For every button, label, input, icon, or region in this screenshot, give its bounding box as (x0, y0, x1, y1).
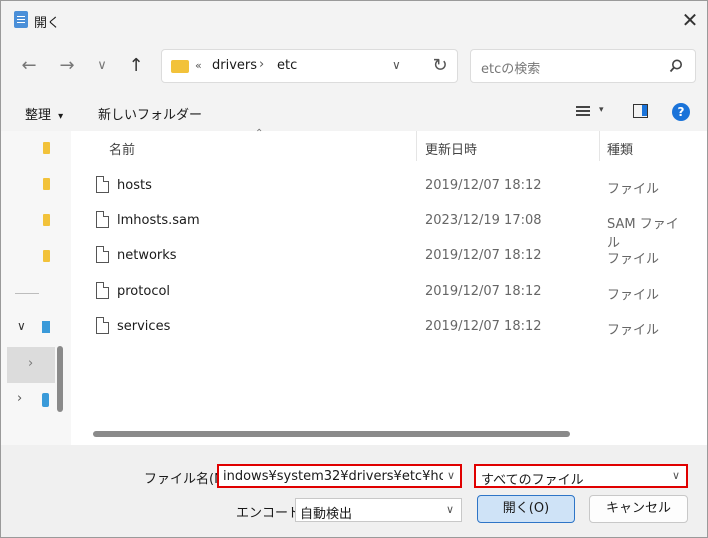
filetype-dropdown-icon[interactable]: ∨ (672, 469, 680, 482)
column-header-date[interactable]: 更新日時 (425, 139, 477, 158)
file-date: 2019/12/07 18:12 (425, 178, 542, 193)
file-icon (96, 246, 109, 263)
nav-divider (15, 293, 39, 294)
address-dropdown-icon[interactable]: ∨ (392, 58, 401, 72)
refresh-icon[interactable]: ↻ (426, 52, 454, 80)
file-name: hosts (117, 178, 152, 193)
title-bar (1, 1, 707, 39)
file-type: ファイル (607, 323, 660, 338)
file-icon (96, 317, 109, 334)
this-pc-icon[interactable] (42, 321, 50, 333)
file-type: ファイル (607, 252, 660, 267)
file-type: ファイル (607, 182, 660, 197)
recent-locations-icon[interactable]: ∨ (88, 52, 116, 80)
encode-select[interactable]: 自動検出 ∨ (295, 498, 462, 522)
organize-caret-icon: ▾ (58, 111, 64, 122)
file-date: 2019/12/07 18:12 (425, 248, 542, 263)
file-icon (96, 176, 109, 193)
folder-icon (171, 60, 189, 73)
chevron-down-icon[interactable]: ∨ (17, 319, 26, 333)
organize-label: 整理 (25, 108, 52, 123)
bottom-panel (1, 445, 707, 537)
nav-folder-icon[interactable] (43, 142, 50, 154)
breadcrumb-etc[interactable]: etc (277, 58, 297, 73)
file-row[interactable]: networks 2019/12/07 18:12 ファイル (89, 241, 689, 271)
sort-ascending-icon[interactable]: ⌃ (255, 128, 263, 139)
encode-dropdown-icon[interactable]: ∨ (446, 503, 454, 516)
chevron-right-icon[interactable]: › (28, 356, 33, 371)
window-title: 開く (34, 16, 61, 31)
horizontal-scrollbar[interactable] (93, 431, 570, 437)
file-date: 2019/12/07 18:12 (425, 284, 542, 299)
view-options-caret-icon[interactable]: ▾ (599, 105, 604, 115)
open-button[interactable]: 開く(O) (477, 495, 575, 523)
filename-dropdown-icon[interactable]: ∨ (447, 469, 455, 482)
nav-pane-scrollbar[interactable] (57, 346, 63, 412)
network-icon[interactable] (42, 393, 49, 407)
chevron-right-icon[interactable]: › (17, 391, 22, 406)
back-arrow-icon[interactable]: ← (15, 52, 43, 80)
file-row[interactable]: services 2019/12/07 18:12 ファイル (89, 312, 689, 342)
organize-button[interactable]: 整理 ▾ (25, 104, 63, 123)
file-icon (96, 282, 109, 299)
forward-arrow-icon[interactable]: → (53, 52, 81, 80)
filename-field[interactable]: indows¥system32¥drivers¥etc¥hosts ∨ (217, 464, 462, 488)
preview-pane-icon[interactable] (633, 104, 648, 118)
column-divider[interactable] (416, 131, 417, 161)
file-date: 2023/12/19 17:08 (425, 213, 542, 228)
open-file-dialog: 開く ✕ ← → ∨ ↑ « drivers › etc ∨ ↻ etcの検索 … (0, 0, 708, 538)
file-name: networks (117, 248, 177, 263)
file-row[interactable]: hosts 2019/12/07 18:12 ファイル (89, 171, 689, 201)
close-icon[interactable]: ✕ (677, 7, 703, 33)
column-header-type[interactable]: 種類 (607, 139, 633, 158)
file-date: 2019/12/07 18:12 (425, 319, 542, 334)
file-name: lmhosts.sam (117, 213, 200, 228)
nav-folder-icon[interactable] (43, 250, 50, 262)
encode-value: 自動検出 (300, 507, 353, 522)
search-icon[interactable] (669, 59, 683, 73)
view-options-icon[interactable] (576, 105, 590, 117)
column-header-name[interactable]: 名前 (109, 139, 135, 158)
notepad-icon (14, 11, 28, 28)
address-bar[interactable]: « drivers › etc ∨ (161, 49, 458, 83)
breadcrumb-separator-icon: › (259, 57, 265, 72)
help-icon[interactable]: ? (672, 103, 690, 121)
cancel-button[interactable]: キャンセル (589, 495, 688, 523)
search-box[interactable]: etcの検索 (470, 49, 696, 83)
file-name: services (117, 319, 171, 334)
breadcrumb-drivers[interactable]: drivers (212, 58, 257, 73)
filetype-select[interactable]: すべてのファイル ∨ (474, 464, 688, 488)
file-name: protocol (117, 284, 171, 299)
search-input[interactable]: etcの検索 (481, 58, 540, 77)
filetype-value: すべてのファイル (481, 473, 584, 488)
column-divider[interactable] (599, 131, 600, 161)
nav-folder-icon[interactable] (43, 214, 50, 226)
breadcrumb-overflow-icon[interactable]: « (195, 59, 202, 72)
file-row[interactable]: protocol 2019/12/07 18:12 ファイル (89, 277, 689, 307)
filename-input[interactable]: indows¥system32¥drivers¥etc¥hosts (223, 469, 443, 484)
nav-folder-icon[interactable] (43, 178, 50, 190)
file-type: ファイル (607, 288, 660, 303)
new-folder-button[interactable]: 新しいフォルダー (98, 104, 202, 123)
up-arrow-icon[interactable]: ↑ (122, 52, 150, 80)
file-row[interactable]: lmhosts.sam 2023/12/19 17:08 SAM ファイル (89, 206, 689, 251)
file-icon (96, 211, 109, 228)
